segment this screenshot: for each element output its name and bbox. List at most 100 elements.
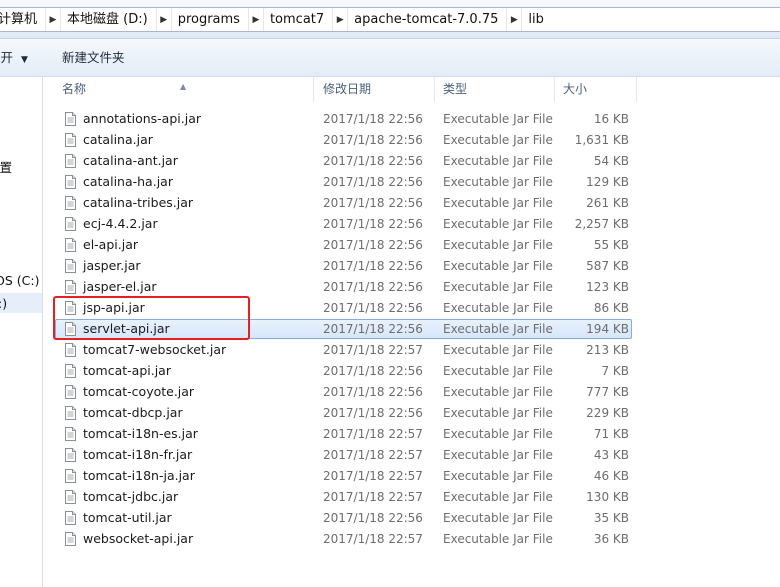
file-modified-date: 2017/1/18 22:57 (323, 532, 423, 546)
file-row[interactable]: tomcat-coyote.jar 2017/1/18 22:56 Executab… (55, 382, 632, 402)
file-row[interactable]: jasper.jar 2017/1/18 22:56 Executable Jar … (55, 256, 632, 276)
jar-file-icon (65, 406, 76, 420)
jar-file-icon (65, 238, 76, 252)
file-row[interactable]: catalina-tribes.jar 2017/1/18 22:56 Execut… (55, 193, 632, 213)
file-row[interactable]: catalina-ha.jar 2017/1/18 22:56 Executable… (55, 172, 632, 192)
jar-file-icon (65, 385, 76, 399)
file-row[interactable]: tomcat-jdbc.jar 2017/1/18 22:57 Executable… (55, 487, 632, 507)
file-size: 16 KB (593, 112, 629, 126)
breadcrumb-lib[interactable]: lib (522, 8, 551, 31)
breadcrumb[interactable]: 计算机 ▶ 本地磁盘 (D:) ▶ programs ▶ tomcat7 ▶ a… (0, 7, 780, 32)
file-type: Executable Jar File (443, 406, 553, 420)
file-row[interactable]: ecj-4.4.2.jar 2017/1/18 22:56 Executable J… (55, 214, 632, 234)
file-row[interactable]: tomcat-api.jar 2017/1/18 22:56 Executable … (55, 361, 632, 381)
file-row[interactable]: catalina-ant.jar 2017/1/18 22:56 Executabl… (55, 151, 632, 171)
chevron-right-icon[interactable]: ▶ (332, 8, 349, 31)
jar-file-icon (65, 427, 76, 441)
file-modified-date: 2017/1/18 22:56 (323, 364, 423, 378)
breadcrumb-drive-d[interactable]: 本地磁盘 (D:) (61, 8, 156, 31)
breadcrumb-computer[interactable]: 计算机 (0, 8, 45, 31)
chevron-down-icon: ▼ (21, 55, 28, 65)
file-type: Executable Jar File (443, 259, 553, 273)
nav-item-drive-d[interactable]: :) (0, 296, 7, 311)
column-headers: 名称 ▲ 修改日期 类型 大小 (54, 77, 637, 102)
file-name: tomcat-util.jar (83, 510, 172, 525)
file-size: 46 KB (593, 469, 629, 483)
file-size: 86 KB (593, 301, 629, 315)
file-name: catalina-ant.jar (83, 153, 178, 168)
file-type: Executable Jar File (443, 532, 553, 546)
new-folder-button[interactable]: 新建文件夹 (62, 39, 125, 76)
file-type: Executable Jar File (443, 280, 553, 294)
nav-item-drive-c[interactable]: OS (C:) (0, 273, 39, 288)
jar-file-icon (65, 448, 76, 462)
file-name: ecj-4.4.2.jar (83, 216, 158, 231)
nav-item-location[interactable]: 位置 (0, 157, 12, 176)
file-type: Executable Jar File (443, 196, 553, 210)
column-header-date[interactable]: 修改日期 (315, 77, 435, 102)
column-header-name[interactable]: 名称 ▲ (54, 77, 314, 102)
file-row[interactable]: tomcat-i18n-ja.jar 2017/1/18 22:57 Executa… (55, 466, 632, 486)
file-type: Executable Jar File (443, 133, 553, 147)
file-row[interactable]: annotations-api.jar 2017/1/18 22:56 Execut… (55, 109, 632, 129)
file-name: tomcat-dbcp.jar (83, 405, 183, 420)
sort-up-icon: ▲ (180, 82, 187, 91)
chevron-right-icon[interactable]: ▶ (247, 8, 264, 31)
jar-file-icon (65, 280, 76, 294)
file-row[interactable]: tomcat-dbcp.jar 2017/1/18 22:56 Executable… (55, 403, 632, 423)
file-row[interactable]: jasper-el.jar 2017/1/18 22:56 Executable J… (55, 277, 632, 297)
file-modified-date: 2017/1/18 22:57 (323, 490, 423, 504)
jar-file-icon (65, 154, 76, 168)
file-size: 7 KB (601, 364, 629, 378)
jar-file-icon (65, 112, 76, 126)
file-row[interactable]: tomcat-util.jar 2017/1/18 22:56 Executable… (55, 508, 632, 528)
file-modified-date: 2017/1/18 22:56 (323, 133, 423, 147)
column-header-type[interactable]: 类型 (435, 77, 555, 102)
file-modified-date: 2017/1/18 22:56 (323, 196, 423, 210)
breadcrumb-programs[interactable]: programs (172, 8, 248, 31)
file-modified-date: 2017/1/18 22:57 (323, 427, 423, 441)
file-row[interactable]: websocket-api.jar 2017/1/18 22:57 Executab… (55, 529, 632, 549)
file-type: Executable Jar File (443, 364, 553, 378)
jar-file-icon (65, 133, 76, 147)
file-type: Executable Jar File (443, 343, 553, 357)
column-header-size[interactable]: 大小 (555, 77, 637, 102)
chevron-right-icon[interactable]: ▶ (45, 8, 62, 31)
breadcrumb-apache-tomcat[interactable]: apache-tomcat-7.0.75 (348, 8, 506, 31)
open-button[interactable]: 打开 ▼ (0, 39, 28, 76)
jar-file-icon (65, 343, 76, 357)
file-size: 777 KB (586, 385, 629, 399)
file-name: tomcat-i18n-fr.jar (83, 447, 193, 462)
file-size: 130 KB (586, 490, 629, 504)
file-type: Executable Jar File (443, 448, 553, 462)
file-modified-date: 2017/1/18 22:56 (323, 280, 423, 294)
file-type: Executable Jar File (443, 112, 553, 126)
file-name: catalina.jar (83, 132, 153, 147)
file-type: Executable Jar File (443, 490, 553, 504)
annotation-highlight-box (53, 296, 250, 340)
jar-file-icon (65, 364, 76, 378)
file-size: 36 KB (593, 532, 629, 546)
file-modified-date: 2017/1/18 22:57 (323, 469, 423, 483)
file-type: Executable Jar File (443, 322, 553, 336)
file-row[interactable]: tomcat-i18n-fr.jar 2017/1/18 22:57 Executa… (55, 445, 632, 465)
address-bar: 计算机 ▶ 本地磁盘 (D:) ▶ programs ▶ tomcat7 ▶ a… (0, 0, 780, 39)
file-name: tomcat-i18n-ja.jar (83, 468, 195, 483)
file-row[interactable]: tomcat7-websocket.jar 2017/1/18 22:57 Exec… (55, 340, 632, 360)
file-modified-date: 2017/1/18 22:57 (323, 343, 423, 357)
jar-file-icon (65, 532, 76, 546)
breadcrumb-tomcat7[interactable]: tomcat7 (264, 8, 332, 31)
file-row[interactable]: tomcat-i18n-es.jar 2017/1/18 22:57 Executa… (55, 424, 632, 444)
chevron-right-icon[interactable]: ▶ (155, 8, 172, 31)
file-name: catalina-tribes.jar (83, 195, 194, 210)
chevron-right-icon[interactable]: ▶ (506, 8, 523, 31)
file-modified-date: 2017/1/18 22:56 (323, 511, 423, 525)
file-size: 229 KB (586, 406, 629, 420)
file-row[interactable]: el-api.jar 2017/1/18 22:56 Executable Jar … (55, 235, 632, 255)
jar-file-icon (65, 490, 76, 504)
jar-file-icon (65, 259, 76, 273)
file-row[interactable]: catalina.jar 2017/1/18 22:56 Executable Ja… (55, 130, 632, 150)
file-modified-date: 2017/1/18 22:56 (323, 259, 423, 273)
file-name: annotations-api.jar (83, 111, 201, 126)
file-name: tomcat-jdbc.jar (83, 489, 179, 504)
